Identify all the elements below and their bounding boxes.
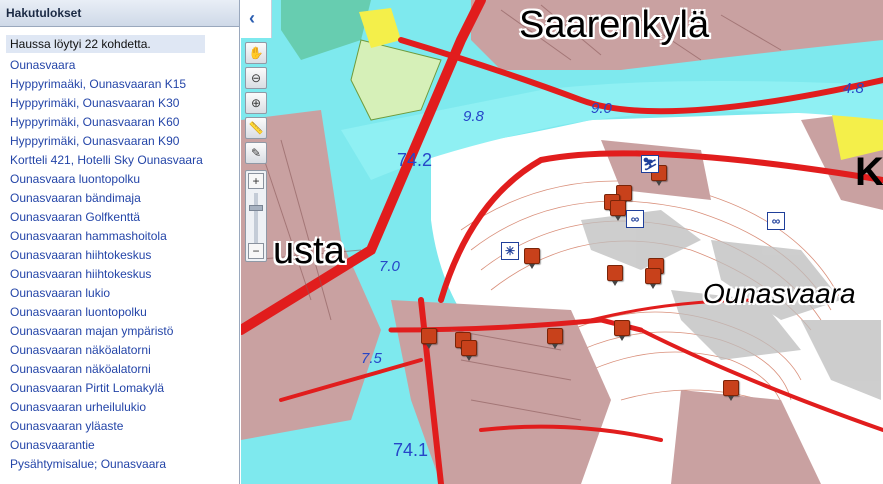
results-list: Ounasvaara Hyppyrimaäki, Ounasvaaran K15… [0, 56, 239, 474]
poi-marker[interactable] [421, 328, 437, 350]
result-item[interactable]: Ounasvaara [0, 56, 239, 75]
place-label-k: K [855, 150, 883, 194]
map-view[interactable]: Saarenkylä usta Ounasvaara K 9.8 9.0 4.8… [241, 0, 883, 484]
forest-area [281, 0, 371, 60]
result-item[interactable]: Ounasvaaran Golfkenttä [0, 208, 239, 227]
panel-title: Hakutulokset [0, 0, 239, 27]
result-item[interactable]: Pysähtymisalue; Ounasvaara [0, 455, 239, 474]
water-label: 9.8 [463, 108, 484, 125]
result-item[interactable]: Ounasvaara luontopolku [0, 170, 239, 189]
result-item[interactable]: Hyppyrimaäki, Ounasvaaran K15 [0, 75, 239, 94]
place-label-ounasvaara: Ounasvaara [703, 278, 856, 309]
water-label: 7.5 [361, 350, 382, 367]
result-item[interactable]: Ounasvaaran luontopolku [0, 303, 239, 322]
zoom-slider[interactable]: + − [245, 170, 267, 262]
poi-marker[interactable] [614, 320, 630, 342]
poi-marker[interactable] [645, 268, 661, 290]
result-item[interactable]: Ounasvaaran näköalatorni [0, 341, 239, 360]
result-item[interactable]: Hyppyrimäki, Ounasvaaran K60 [0, 113, 239, 132]
zoom-in-box-icon[interactable]: ⊕ [245, 92, 267, 114]
result-item[interactable]: Ounasvaaran Pirtit Lomakylä [0, 379, 239, 398]
zoom-out-box-icon[interactable]: ⊖ [245, 67, 267, 89]
zoom-in-button[interactable]: + [248, 173, 264, 189]
water-label: 9.0 [591, 100, 612, 117]
result-item[interactable]: Hyppyrimäki, Ounasvaaran K30 [0, 94, 239, 113]
water-label: 74.2 [397, 150, 433, 170]
zoom-out-button[interactable]: − [248, 243, 264, 259]
water-label: 4.8 [843, 80, 864, 97]
result-item[interactable]: Ounasvaaran lukio [0, 284, 239, 303]
result-item[interactable]: Ounasvaaran bändimaja [0, 189, 239, 208]
olympic-rings-icon: ∞ [626, 210, 644, 228]
result-item[interactable]: Ounasvaaran hiihtokeskus [0, 265, 239, 284]
ski-jump-symbol-icon: ⛷ [641, 155, 659, 173]
poi-marker[interactable] [524, 248, 540, 270]
water-label: 74.1 [393, 440, 429, 460]
pan-hand-icon[interactable]: ✋ [245, 42, 267, 64]
zoom-thumb[interactable] [249, 205, 263, 211]
zoom-track[interactable] [254, 193, 258, 245]
collapse-panel-button[interactable]: ‹ [241, 0, 272, 38]
result-item[interactable]: Ounasvaaran majan ympäristö [0, 322, 239, 341]
map-application: Hakutulokset Haussa löytyi 22 kohdetta. … [0, 0, 883, 484]
search-results-panel: Hakutulokset Haussa löytyi 22 kohdetta. … [0, 0, 240, 484]
ski-area-symbol-icon: ✳ [501, 242, 519, 260]
measure-ruler-icon[interactable]: 📏 [245, 117, 267, 139]
poi-marker[interactable] [610, 200, 626, 222]
poi-marker[interactable] [607, 265, 623, 287]
place-label-usta: usta [273, 230, 345, 272]
results-count: Haussa löytyi 22 kohdetta. [6, 35, 205, 53]
chevron-left-icon: ‹ [249, 8, 255, 28]
result-item[interactable]: Ounasvaaran yläaste [0, 417, 239, 436]
place-label-saarenkyla: Saarenkylä [519, 4, 710, 46]
result-item[interactable]: Ounasvaaran hiihtokeskus [0, 246, 239, 265]
result-item[interactable]: Ounasvaaran näköalatorni [0, 360, 239, 379]
result-item[interactable]: Ounasvaaran urheilulukio [0, 398, 239, 417]
result-item[interactable]: Hyppyrimäki, Ounasvaaran K90 [0, 132, 239, 151]
olympic-rings-icon: ∞ [767, 212, 785, 230]
result-item[interactable]: Ounasvaaran hammashoitola [0, 227, 239, 246]
poi-marker[interactable] [547, 328, 563, 350]
poi-marker[interactable] [461, 340, 477, 362]
result-item[interactable]: Kortteli 421, Hotelli Sky Ounasvaara [0, 151, 239, 170]
water-label: 7.0 [379, 258, 400, 275]
map-toolbar: ✋ ⊖ ⊕ 📏 ✎ + − [245, 42, 269, 262]
result-item[interactable]: Ounasvaarantie [0, 436, 239, 455]
poi-marker[interactable] [723, 380, 739, 402]
draw-brush-icon[interactable]: ✎ [245, 142, 267, 164]
